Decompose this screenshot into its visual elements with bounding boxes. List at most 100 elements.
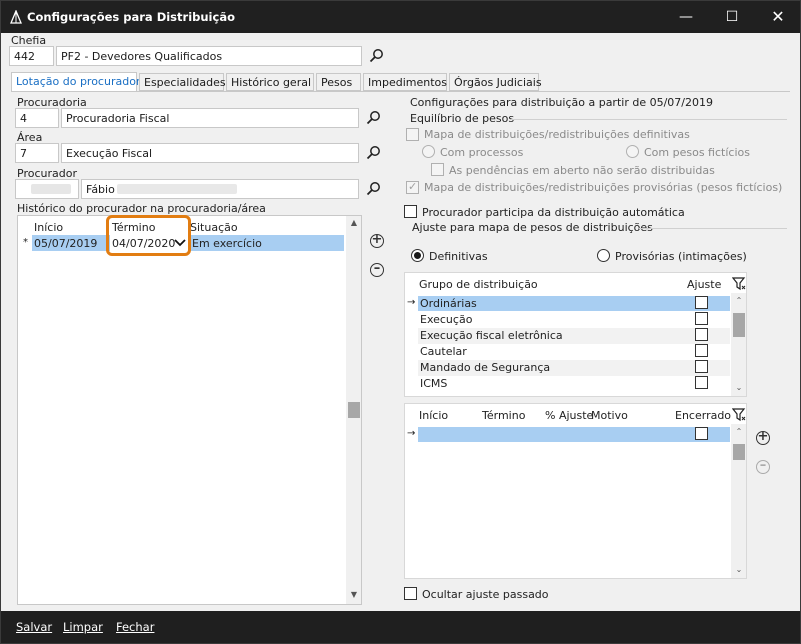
grupo-row-name: Execução fiscal eletrônica: [420, 329, 563, 342]
search-icon[interactable]: [366, 145, 382, 161]
com-processos-radio[interactable]: [422, 145, 435, 158]
remove-icon[interactable]: –: [756, 459, 770, 474]
area-code-field[interactable]: 7: [15, 143, 59, 163]
row-situacao: Em exercício: [192, 237, 262, 250]
current-row-arrow-icon: →: [407, 428, 416, 439]
col-grupo: Grupo de distribuição: [419, 278, 538, 291]
scroll-thumb[interactable]: [733, 444, 745, 460]
remove-icon[interactable]: –: [370, 262, 384, 277]
mapa-definitivas-label: Mapa de distribuições/redistribuições de…: [424, 128, 690, 141]
definitivas-label: Definitivas: [429, 250, 488, 263]
mapa-provisorias-label: Mapa de distribuições/redistribuições pr…: [424, 181, 783, 194]
config-heading: Configurações para distribuição a partir…: [410, 96, 713, 109]
grupos-scrollbar[interactable]: ⌃ ⌄: [731, 293, 746, 396]
row-inicio: 05/07/2019: [34, 237, 98, 250]
window-title: Configurações para Distribuição: [27, 10, 235, 24]
pendencias-checkbox[interactable]: [431, 163, 444, 176]
limpar-button[interactable]: Limpar: [63, 620, 103, 634]
scroll-thumb[interactable]: [348, 402, 360, 418]
procuradoria-code-field[interactable]: 4: [15, 108, 59, 128]
ajustes-scrollbar[interactable]: ⌃ ⌄: [731, 424, 746, 578]
search-icon[interactable]: [366, 181, 382, 197]
col-ajuste-percent: % Ajuste: [545, 409, 594, 422]
divider: [639, 228, 787, 229]
grupo-row-name: Cautelar: [420, 345, 467, 358]
ajustes-grid: Início Término % Ajuste Motivo Encerrado…: [404, 403, 747, 579]
tab-orgaos-judiciais[interactable]: Órgãos Judiciais: [449, 73, 542, 91]
participa-label: Procurador participa da distribuição aut…: [422, 206, 685, 219]
add-icon[interactable]: +: [756, 430, 770, 445]
close-button[interactable]: ✕: [755, 1, 801, 33]
col-termino: Término: [482, 409, 526, 422]
grupo-row-name: Ordinárias: [420, 297, 477, 310]
title-bar: Configurações para Distribuição — ☐ ✕: [1, 1, 800, 33]
divider: [511, 119, 787, 120]
redacted-name: [117, 184, 237, 194]
col-encerrado: Encerrado: [675, 409, 732, 422]
ajuste-checkbox[interactable]: [695, 344, 708, 357]
scroll-down-icon[interactable]: ⌄: [732, 565, 746, 574]
tab-especialidades[interactable]: Especialidades: [139, 73, 226, 91]
provisorias-label: Provisórias (intimações): [615, 250, 747, 263]
tab-impedimentos[interactable]: Impedimentos: [363, 73, 447, 91]
table-row[interactable]: [418, 427, 730, 442]
grupo-row-name: ICMS: [420, 377, 448, 390]
provisorias-radio[interactable]: [597, 249, 610, 262]
scroll-down-icon[interactable]: ▼: [347, 590, 361, 599]
bottom-menu-bar: Salvar Limpar Fechar: [1, 611, 800, 643]
ajuste-label: Ajuste para mapa de pesos de distribuiçõ…: [412, 221, 653, 234]
col-inicio: Início: [419, 409, 449, 422]
search-icon[interactable]: [366, 110, 382, 126]
participa-checkbox[interactable]: [404, 205, 417, 218]
scroll-down-icon[interactable]: ⌄: [732, 383, 746, 392]
procuradoria-name-field[interactable]: Procuradoria Fiscal: [61, 108, 359, 128]
historico-label: Histórico do procurador na procuradoria/…: [17, 202, 266, 215]
main-window: Configurações para Distribuição — ☐ ✕ Ch…: [0, 0, 801, 644]
grupo-row-name: Mandado de Segurança: [420, 361, 551, 374]
scroll-thumb[interactable]: [733, 313, 745, 337]
app-logo-icon: [10, 10, 22, 24]
ajuste-checkbox[interactable]: [695, 360, 708, 373]
fechar-button[interactable]: Fechar: [116, 620, 154, 634]
col-inicio: Início: [34, 221, 64, 234]
com-pesos-ficticios-label: Com pesos fictícios: [644, 146, 750, 159]
tab-lotacao[interactable]: Lotação do procurador: [11, 72, 140, 92]
filter-icon[interactable]: [732, 408, 746, 422]
ajuste-checkbox[interactable]: [695, 328, 708, 341]
minimize-button[interactable]: —: [663, 1, 709, 33]
current-row-arrow-icon: →: [407, 297, 416, 308]
com-pesos-ficticios-radio[interactable]: [626, 145, 639, 158]
highlight-box: [106, 215, 191, 256]
add-icon[interactable]: +: [370, 233, 384, 248]
search-icon[interactable]: [369, 48, 385, 64]
salvar-button[interactable]: Salvar: [16, 620, 52, 634]
ajuste-checkbox[interactable]: [695, 296, 708, 309]
new-row-marker: *: [23, 237, 28, 248]
tab-historico-geral[interactable]: Histórico geral: [226, 73, 314, 91]
ajuste-checkbox[interactable]: [695, 312, 708, 325]
mapa-definitivas-checkbox[interactable]: [406, 128, 419, 141]
filter-icon[interactable]: [732, 277, 746, 291]
scroll-up-icon[interactable]: ⌃: [732, 427, 746, 436]
area-name-field[interactable]: Execução Fiscal: [61, 143, 359, 163]
col-ajuste: Ajuste: [687, 278, 722, 291]
pendencias-label: As pendências em aberto não serão distri…: [449, 164, 715, 177]
chefia-code-field[interactable]: 442: [9, 46, 54, 66]
grupos-grid: Grupo de distribuição Ajuste → Ordinária…: [404, 272, 747, 397]
scroll-up-icon[interactable]: ⌃: [732, 296, 746, 305]
maximize-button[interactable]: ☐: [709, 1, 755, 33]
mapa-provisorias-checkbox[interactable]: [406, 180, 419, 194]
definitivas-radio[interactable]: [411, 249, 424, 262]
redacted-code: [31, 184, 71, 194]
scroll-up-icon[interactable]: ▲: [347, 218, 361, 227]
com-processos-label: Com processos: [440, 146, 524, 159]
ajuste-checkbox[interactable]: [695, 376, 708, 389]
encerrado-checkbox[interactable]: [695, 427, 708, 440]
ocultar-label: Ocultar ajuste passado: [422, 588, 549, 601]
chefia-name-field[interactable]: PF2 - Devedores Qualificados: [56, 46, 362, 66]
tab-pesos[interactable]: Pesos: [316, 73, 361, 91]
ocultar-checkbox[interactable]: [404, 587, 417, 600]
equilibrio-label: Equilíbrio de pesos: [410, 112, 515, 125]
col-motivo: Motivo: [591, 409, 628, 422]
historico-scrollbar[interactable]: ▲ ▼: [346, 216, 361, 604]
